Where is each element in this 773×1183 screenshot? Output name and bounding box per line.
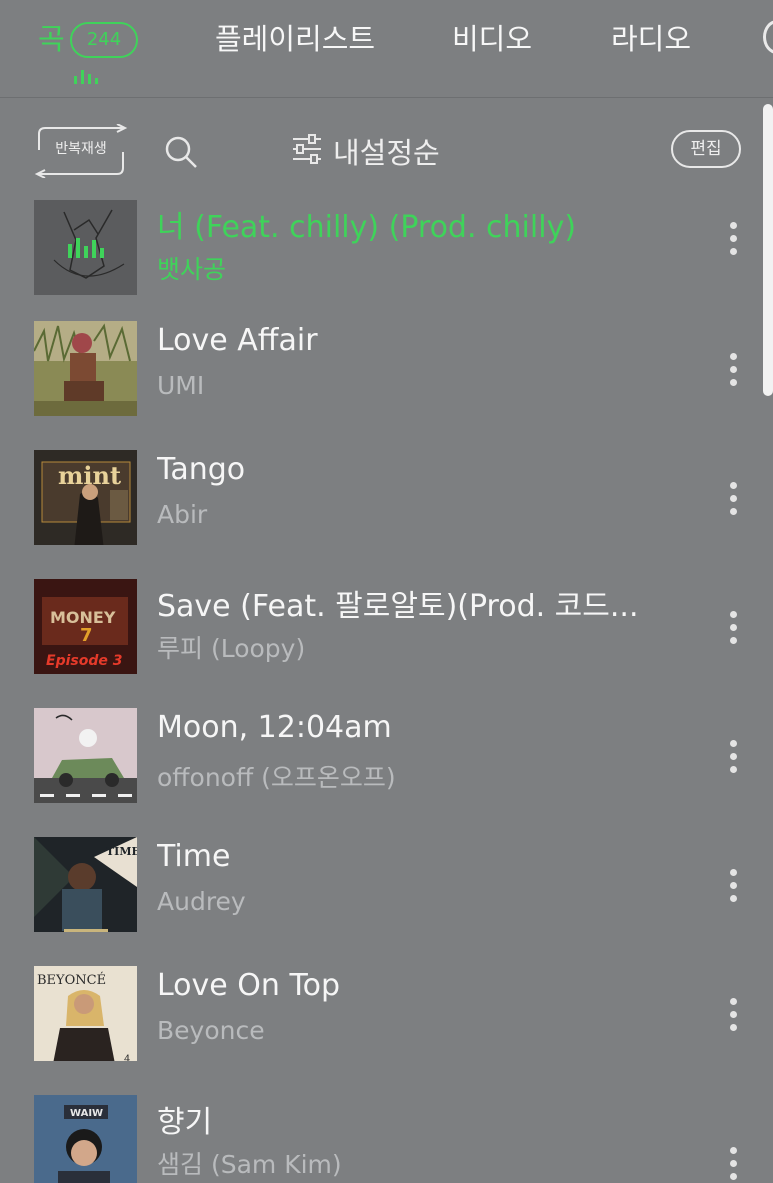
album-cover [34,200,137,295]
more-options-icon[interactable] [726,343,740,386]
song-artist: 루피 (Loopy) [157,634,306,663]
more-options-icon[interactable] [726,472,740,515]
sliders-icon [293,134,321,164]
more-options-icon[interactable] [726,1117,740,1180]
edit-button[interactable]: 편집 [671,130,741,168]
song-artist: Beyonce [157,1016,265,1045]
song-artist: 뱃사공 [157,255,227,284]
song-artist: offonoff (오프온오프) [157,763,396,792]
album-cover-text: Episode 3 [46,653,122,669]
album-cover [34,321,137,416]
song-row[interactable]: MONEY 7 Episode 3 Save (Feat. 팔로알토)(Prod… [0,579,760,675]
album-cover: TIME [34,837,137,932]
album-cover: WAIW [34,1095,137,1183]
song-row[interactable]: Moon, 12:04am offonoff (오프온오프) [0,708,760,804]
song-title: Time [157,839,231,874]
tab-playlist[interactable]: 플레이리스트 [215,16,375,58]
repeat-play-button[interactable]: 반복재생 [33,124,129,178]
list-scrollbar[interactable] [763,104,773,404]
more-options-icon[interactable] [726,222,740,258]
more-options-icon[interactable] [726,988,740,1031]
song-row[interactable]: mint Tango Abir [0,450,760,546]
more-options-icon[interactable] [726,601,740,644]
song-artist: UMI [157,371,205,400]
scrollbar-thumb[interactable] [763,104,773,396]
album-cover: mint [34,450,137,545]
song-row[interactable]: WAIW 향기 샘김 (Sam Kim) [0,1095,760,1183]
song-title: 너 (Feat. chilly) (Prod. chilly) [157,210,577,245]
album-cover-text: TIME [106,845,137,858]
tab-songs[interactable]: 곡 [38,16,65,58]
album-cover [34,708,137,803]
album-cover-text: WAIW [70,1108,103,1119]
tab-overflow-icon[interactable] [763,20,773,54]
song-artist: Audrey [157,887,246,916]
song-row[interactable]: TIME Time Audrey [0,837,760,933]
repeat-play-label: 반복재생 [55,141,107,157]
more-options-icon[interactable] [726,859,740,902]
tab-video[interactable]: 비디오 [452,16,532,58]
song-title: Save (Feat. 팔로알토)(Prod. 코드... [157,589,639,624]
album-cover: BEYONCÉ 4 [34,966,137,1061]
sort-label: 내설정순 [333,136,440,170]
song-title: 향기 [157,1105,213,1140]
songs-count-badge: 244 [70,22,138,58]
tab-radio[interactable]: 라디오 [611,16,691,58]
svg-text:7: 7 [80,625,93,646]
more-options-icon[interactable] [726,730,740,773]
library-tab-bar: 곡 244 플레이리스트 비디오 라디오 [0,0,773,98]
now-playing-equalizer-icon [74,70,104,84]
song-title: Moon, 12:04am [157,710,392,745]
search-icon [165,136,197,168]
song-artist: 샘김 (Sam Kim) [157,1150,342,1179]
album-cover-text: BEYONCÉ [37,972,106,988]
song-row[interactable]: BEYONCÉ 4 Love On Top Beyonce [0,966,760,1062]
song-title: Love Affair [157,323,318,358]
search-button[interactable] [163,134,199,170]
music-library-screen: 곡 244 플레이리스트 비디오 라디오 반복재생 내설정순 편집 너 (Fea… [0,0,773,1183]
album-cover: MONEY 7 Episode 3 [34,579,137,674]
song-title: Tango [157,452,246,487]
song-artist: Abir [157,500,208,529]
album-cover-number: 4 [124,1054,130,1061]
song-row[interactable]: Love Affair UMI [0,321,760,417]
song-row[interactable]: 너 (Feat. chilly) (Prod. chilly) 뱃사공 [0,200,760,296]
song-title: Love On Top [157,968,341,1003]
